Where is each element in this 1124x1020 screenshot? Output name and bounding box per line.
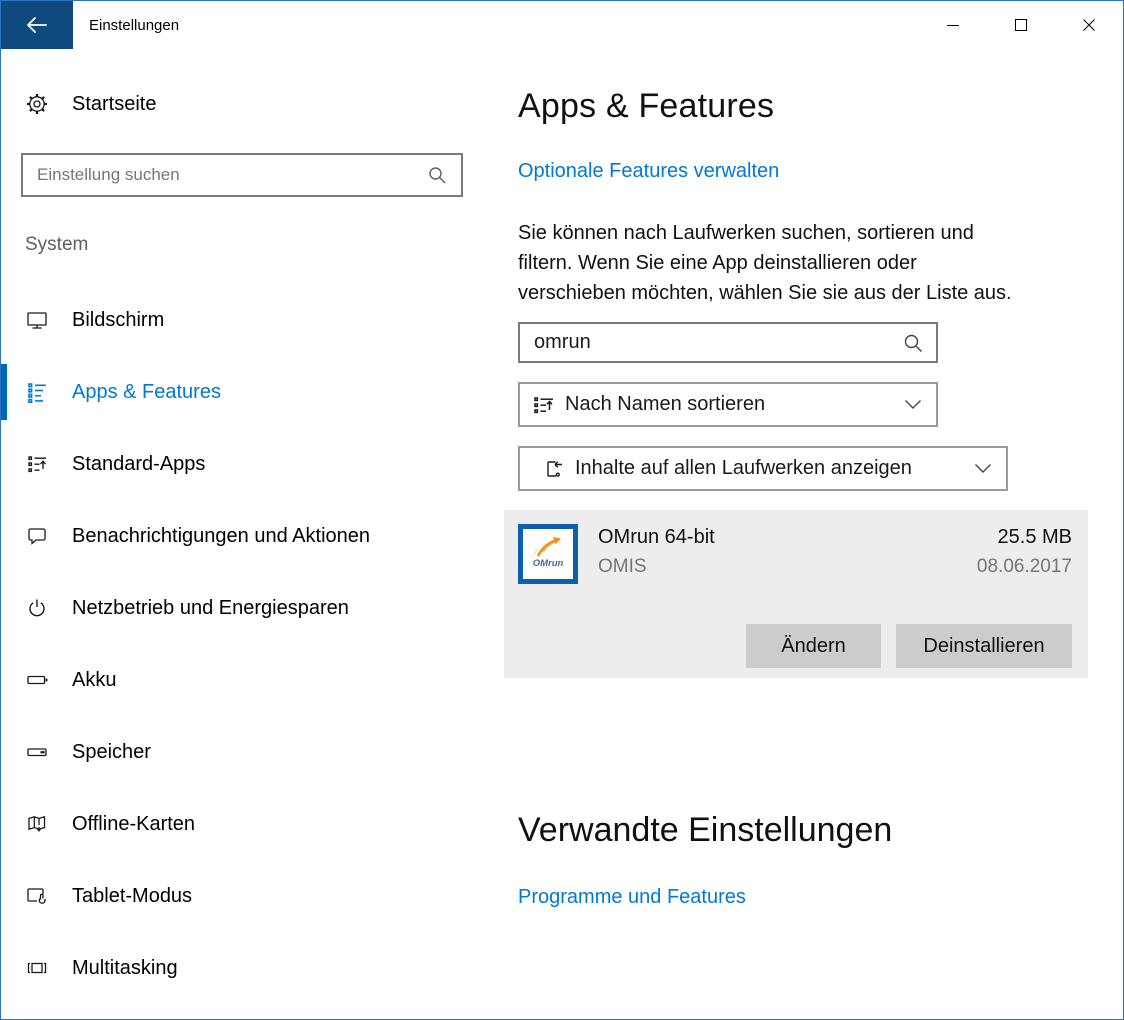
omrun-app-icon: OMrun: [518, 524, 578, 584]
related-settings-title: Verwandte Einstellungen: [518, 811, 892, 850]
search-icon[interactable]: [902, 332, 924, 354]
programs-and-features-link[interactable]: Programme und Features: [518, 886, 746, 909]
sort-icon: [532, 393, 556, 417]
back-button[interactable]: [1, 1, 73, 49]
app-name: OMrun 64-bit: [598, 526, 715, 549]
title-bar: Einstellungen: [1, 1, 1123, 49]
drive-filter-dropdown[interactable]: Inhalte auf allen Laufwerken anzeigen: [518, 446, 1008, 491]
omrun-icon-text: OMrun: [533, 558, 564, 569]
app-publisher: OMIS: [598, 556, 647, 578]
page-title: Apps & Features: [518, 87, 774, 126]
window-title: Einstellungen: [89, 1, 179, 49]
sort-dropdown[interactable]: Nach Namen sortieren: [518, 382, 938, 427]
modify-button[interactable]: Ändern: [746, 624, 881, 668]
description-line: filtern. Wenn Sie eine App deinstalliere…: [518, 248, 1038, 278]
optional-features-link[interactable]: Optionale Features verwalten: [518, 160, 779, 183]
app-size: 25.5 MB: [998, 526, 1072, 549]
drive-dropdown-label: Inhalte auf allen Laufwerken anzeigen: [575, 457, 912, 480]
settings-window: Einstellungen: [0, 0, 1124, 1020]
close-icon: [1082, 18, 1096, 32]
back-arrow-icon: [26, 16, 48, 34]
window-controls: [919, 1, 1123, 49]
app-list-item-omrun[interactable]: OMrun OMrun 64-bit OMIS 25.5 MB 08.06.20…: [504, 510, 1088, 678]
minimize-icon: [946, 18, 960, 32]
app-search-box: [518, 322, 938, 363]
chevron-down-icon: [904, 399, 922, 410]
app-install-date: 08.06.2017: [977, 556, 1072, 578]
description-line: verschieben möchten, wählen Sie sie aus …: [518, 278, 1038, 308]
close-button[interactable]: [1055, 1, 1123, 49]
page-description: Sie können nach Laufwerken suchen, sorti…: [518, 218, 1038, 308]
app-search-input[interactable]: [520, 331, 902, 354]
sort-dropdown-label: Nach Namen sortieren: [565, 393, 765, 416]
main-content: Apps & Features Optionale Features verwa…: [1, 49, 1124, 1020]
chevron-down-icon: [974, 463, 992, 474]
minimize-button[interactable]: [919, 1, 987, 49]
drive-content-icon: [542, 457, 566, 481]
maximize-icon: [1014, 18, 1028, 32]
maximize-button[interactable]: [987, 1, 1055, 49]
uninstall-button[interactable]: Deinstallieren: [896, 624, 1072, 668]
description-line: Sie können nach Laufwerken suchen, sorti…: [518, 218, 1038, 248]
